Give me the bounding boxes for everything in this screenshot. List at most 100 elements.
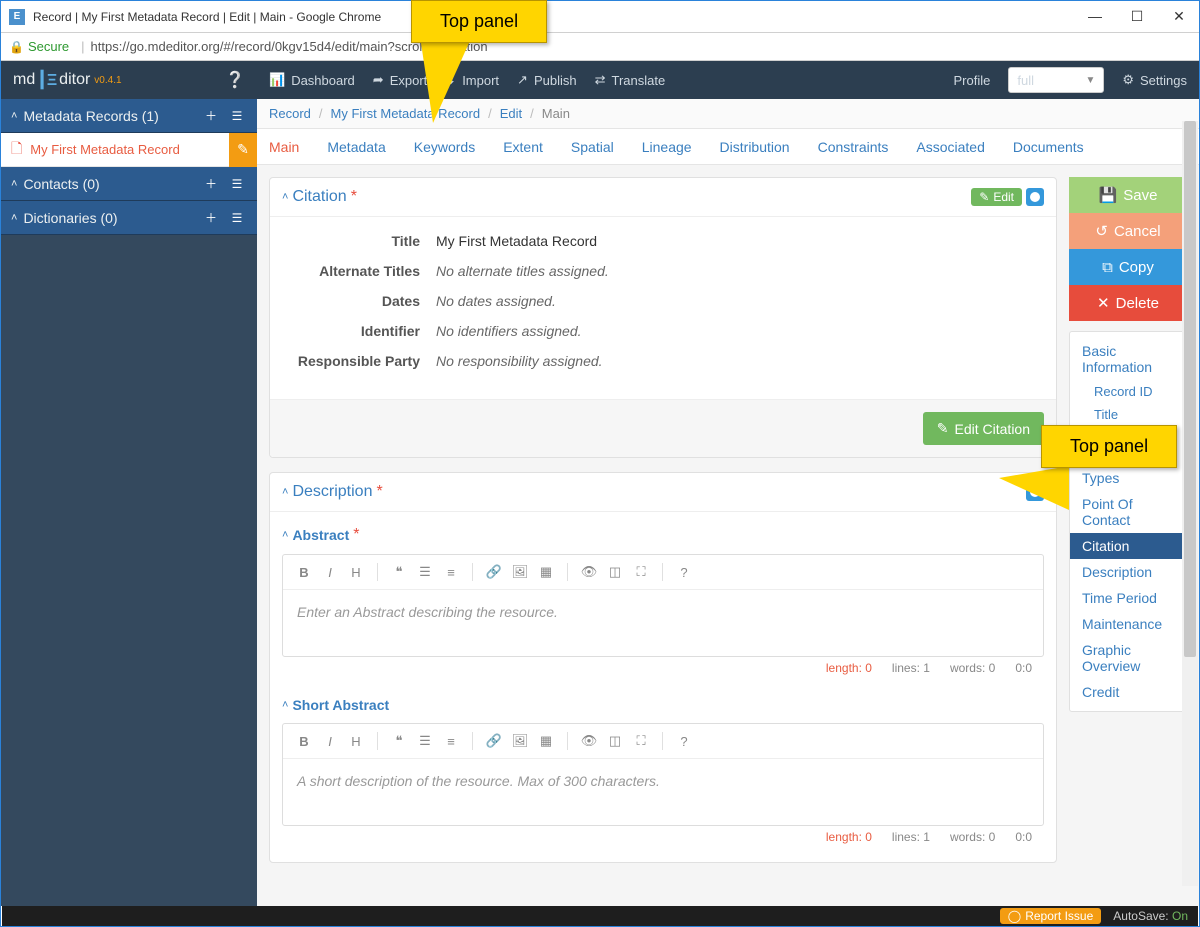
table-icon[interactable]: ▦: [535, 561, 557, 583]
tab-spatial[interactable]: Spatial: [571, 139, 614, 155]
field-value: No dates assigned.: [436, 293, 1040, 309]
tab-documents[interactable]: Documents: [1013, 139, 1084, 155]
cancel-button[interactable]: ↺Cancel: [1069, 213, 1187, 249]
edit-citation-button[interactable]: ✎Edit Citation: [923, 412, 1044, 445]
nav-dashboard[interactable]: 📊Dashboard: [269, 72, 355, 88]
publish-icon: ↗: [517, 72, 528, 88]
section-label: Metadata Records (1): [23, 108, 201, 124]
help-icon[interactable]: ❔: [225, 70, 245, 90]
tab-distribution[interactable]: Distribution: [720, 139, 790, 155]
page-scrollbar[interactable]: [1182, 121, 1198, 886]
chevron-up-icon[interactable]: ˄: [282, 486, 288, 498]
report-issue-button[interactable]: ◯Report Issue: [1000, 908, 1101, 924]
chevron-up-icon[interactable]: ˄: [282, 529, 288, 541]
stat-chars: 0:0: [1015, 830, 1032, 844]
description-panel: ˄ Description * ˄ Abstract *: [269, 472, 1057, 863]
nav-basic-info[interactable]: Basic Information: [1070, 338, 1186, 380]
preview-icon[interactable]: 👁: [578, 730, 600, 752]
minimize-button[interactable]: —: [1083, 8, 1107, 25]
panel-title: Citation: [292, 188, 346, 206]
nav-citation[interactable]: Citation: [1070, 533, 1186, 559]
nav-point-of-contact[interactable]: Point Of Contact: [1070, 491, 1186, 533]
nav-translate[interactable]: ⇄Translate: [595, 72, 666, 88]
profile-label: Profile: [954, 73, 991, 88]
crumb-record[interactable]: Record: [269, 106, 311, 121]
save-button[interactable]: 💾Save: [1069, 177, 1187, 213]
delete-button[interactable]: ✕Delete: [1069, 285, 1187, 321]
translate-icon: ⇄: [595, 72, 606, 88]
sidebar-section-contacts[interactable]: ˄ Contacts (0) ＋ ☰: [1, 167, 257, 201]
list-icon[interactable]: ☰: [227, 106, 247, 126]
sidebar-section-dictionaries[interactable]: ˄ Dictionaries (0) ＋ ☰: [1, 201, 257, 235]
tab-keywords[interactable]: Keywords: [414, 139, 475, 155]
ol-icon[interactable]: ≡: [440, 561, 462, 583]
list-icon[interactable]: ☰: [227, 208, 247, 228]
italic-icon[interactable]: I: [319, 561, 341, 583]
table-icon[interactable]: ▦: [535, 730, 557, 752]
brand-logo: md ┃Ξ ditor: [13, 70, 90, 90]
short-abstract-textarea[interactable]: A short description of the resource. Max…: [283, 759, 1043, 825]
section-label: Dictionaries (0): [23, 210, 201, 226]
nav-description[interactable]: Description: [1070, 559, 1186, 585]
tab-metadata[interactable]: Metadata: [327, 139, 385, 155]
quote-icon[interactable]: ❝: [388, 730, 410, 752]
status-badge[interactable]: [1026, 188, 1044, 206]
edit-badge[interactable]: ✎Edit: [971, 188, 1022, 206]
link-icon[interactable]: 🔗: [483, 730, 505, 752]
help-icon[interactable]: ?: [673, 730, 695, 752]
copy-button[interactable]: ⧉Copy: [1069, 249, 1187, 285]
ul-icon[interactable]: ☰: [414, 561, 436, 583]
nav-settings[interactable]: ⚙Settings: [1122, 72, 1187, 88]
ul-icon[interactable]: ☰: [414, 730, 436, 752]
sidebar-item-record[interactable]: 🗋 My First Metadata Record ✎: [1, 133, 257, 167]
link-icon[interactable]: 🔗: [483, 561, 505, 583]
short-abstract-editor: B I H ❝ ☰ ≡ 🔗 🖼: [282, 723, 1044, 826]
nav-time-period[interactable]: Time Period: [1070, 585, 1186, 611]
nav-graphic-overview[interactable]: Graphic Overview: [1070, 637, 1186, 679]
quote-icon[interactable]: ❝: [388, 561, 410, 583]
window-title: Record | My First Metadata Record | Edit…: [33, 10, 1083, 24]
abstract-textarea[interactable]: Enter an Abstract describing the resourc…: [283, 590, 1043, 656]
bold-icon[interactable]: B: [293, 561, 315, 583]
fullscreen-icon[interactable]: ⛶: [630, 561, 652, 583]
bold-icon[interactable]: B: [293, 730, 315, 752]
split-icon[interactable]: ◫: [604, 730, 626, 752]
sidebar-section-records[interactable]: ˄ Metadata Records (1) ＋ ☰: [1, 99, 257, 133]
profile-select[interactable]: full▼: [1008, 67, 1104, 93]
nav-credit[interactable]: Credit: [1070, 679, 1186, 705]
fullscreen-icon[interactable]: ⛶: [630, 730, 652, 752]
image-icon[interactable]: 🖼: [509, 730, 531, 752]
list-icon[interactable]: ☰: [227, 174, 247, 194]
preview-icon[interactable]: 👁: [578, 561, 600, 583]
italic-icon[interactable]: I: [319, 730, 341, 752]
nav-record-id[interactable]: Record ID: [1070, 380, 1186, 403]
add-icon[interactable]: ＋: [201, 106, 221, 126]
ol-icon[interactable]: ≡: [440, 730, 462, 752]
stat-length: length: 0: [826, 830, 872, 844]
chevron-up-icon[interactable]: ˄: [282, 699, 288, 711]
address-bar[interactable]: 🔒 Secure | https://go.mdeditor.org/#/rec…: [1, 33, 1199, 61]
nav-export[interactable]: ➦Export: [373, 72, 427, 88]
heading-icon[interactable]: H: [345, 561, 367, 583]
close-button[interactable]: ✕: [1167, 8, 1191, 25]
pencil-icon[interactable]: ✎: [229, 133, 257, 167]
tab-constraints[interactable]: Constraints: [818, 139, 889, 155]
nav-publish[interactable]: ↗Publish: [517, 72, 577, 88]
add-icon[interactable]: ＋: [201, 208, 221, 228]
image-icon[interactable]: 🖼: [509, 561, 531, 583]
chevron-up-icon[interactable]: ˄: [282, 191, 288, 203]
help-icon[interactable]: ?: [673, 561, 695, 583]
crumb-edit[interactable]: Edit: [500, 106, 522, 121]
brand-version: v0.4.1: [94, 75, 121, 86]
nav-maintenance[interactable]: Maintenance: [1070, 611, 1186, 637]
tab-extent[interactable]: Extent: [503, 139, 543, 155]
tab-main[interactable]: Main: [269, 139, 299, 155]
maximize-button[interactable]: ☐: [1125, 8, 1149, 25]
tab-bar: Main Metadata Keywords Extent Spatial Li…: [257, 129, 1199, 165]
add-icon[interactable]: ＋: [201, 174, 221, 194]
split-icon[interactable]: ◫: [604, 561, 626, 583]
nav-title[interactable]: Title: [1070, 403, 1186, 426]
tab-lineage[interactable]: Lineage: [642, 139, 692, 155]
heading-icon[interactable]: H: [345, 730, 367, 752]
tab-associated[interactable]: Associated: [916, 139, 984, 155]
